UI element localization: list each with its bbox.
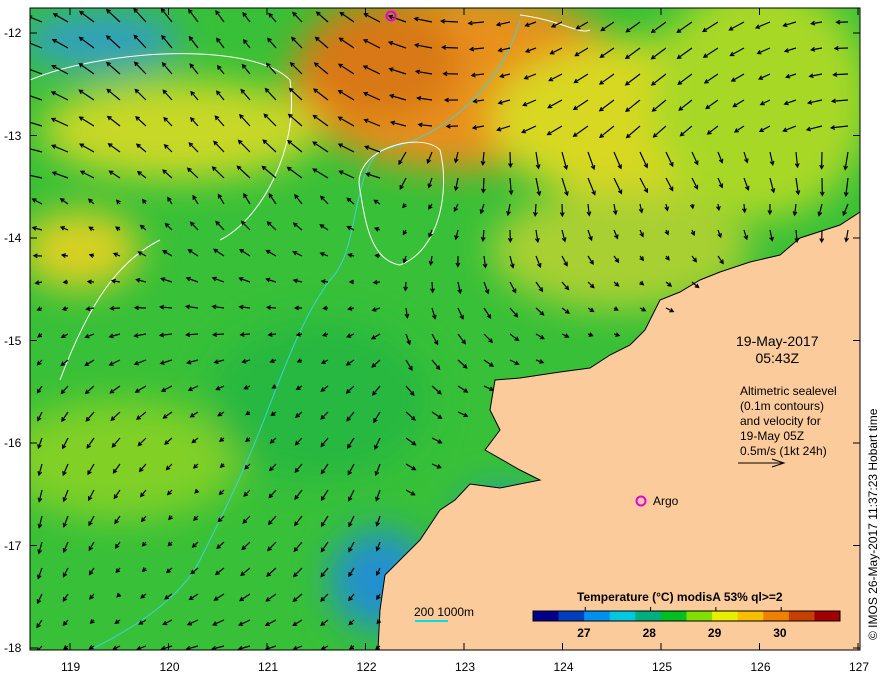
y-tick-label: -13 xyxy=(4,128,22,143)
date-label: 19-May-2017 05:43Z xyxy=(736,333,819,366)
x-tick-label: 122 xyxy=(356,660,377,674)
isobath-legend-label: 200 1000m xyxy=(414,605,475,619)
colorbar-tick-label: 29 xyxy=(707,626,722,640)
y-tick-label: -12 xyxy=(4,26,22,40)
colorbar-segment xyxy=(635,611,662,621)
colorbar-segment xyxy=(686,611,713,621)
y-tick-label: -17 xyxy=(4,538,22,553)
x-tick-label: 124 xyxy=(553,660,574,674)
colorbar-title: Temperature (°C) modisA 53% ql>=2 xyxy=(577,590,783,604)
colorbar-segment xyxy=(763,611,790,621)
colorbar-segment xyxy=(660,611,687,621)
colorbar-tick-label: 27 xyxy=(577,626,591,640)
x-tick-label: 127 xyxy=(849,660,870,674)
colorbar-segment xyxy=(558,611,585,621)
altimetry-annotation: Altimetric sealevel (0.1m contours) and ve… xyxy=(740,384,837,458)
x-tick-label: 121 xyxy=(258,660,279,674)
y-tick-label: -18 xyxy=(4,641,22,655)
x-tick-label: 125 xyxy=(652,660,673,674)
credit-text: © IMOS 26-May-2017 11:37:23 Hobart time xyxy=(866,408,880,640)
x-tick-label: 120 xyxy=(159,660,180,674)
colorbar-tick-label: 30 xyxy=(773,626,787,640)
colorbar-segment xyxy=(814,611,841,621)
colorbar-segment xyxy=(788,611,815,621)
colorbar-segment xyxy=(609,611,636,621)
x-tick-label: 119 xyxy=(61,660,81,674)
colorbar-tick-label: 28 xyxy=(642,626,656,640)
y-tick-label: -14 xyxy=(4,231,22,245)
y-tick-label: -16 xyxy=(4,436,22,450)
y-tick-label: -15 xyxy=(4,333,22,348)
sst-field xyxy=(30,8,860,650)
colorbar-segment xyxy=(712,611,739,621)
x-tick-label: 123 xyxy=(455,660,476,674)
colorbar-segment xyxy=(584,611,611,621)
argo-label: Argo xyxy=(653,494,679,508)
x-tick-label: 126 xyxy=(750,660,771,674)
colorbar-segment xyxy=(533,611,560,621)
colorbar-segment xyxy=(737,611,764,621)
